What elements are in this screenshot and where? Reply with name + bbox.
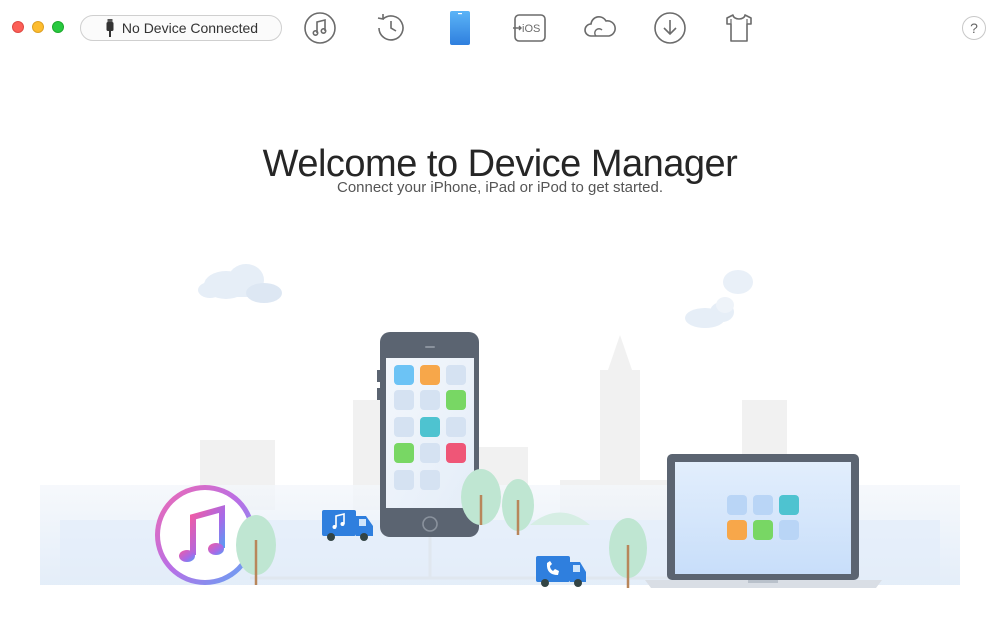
help-label: ? <box>970 20 978 36</box>
device-selector-label: No Device Connected <box>121 20 259 36</box>
toolbar-history-button[interactable] <box>373 10 409 46</box>
phone-icon <box>450 11 470 45</box>
toolbar-icloud-button[interactable] <box>582 10 618 46</box>
ios-transfer-icon: iOS <box>513 14 546 42</box>
music-note-icon <box>304 12 336 44</box>
cloud-icon <box>584 16 616 37</box>
device-selector[interactable]: No Device Connected <box>80 15 282 41</box>
svg-text:iOS: iOS <box>522 23 540 35</box>
cloud-right-decoration <box>685 270 753 328</box>
cable-icon <box>106 19 114 37</box>
laptop-illustration <box>645 454 882 588</box>
toolbar-download-button[interactable] <box>652 10 688 46</box>
toolbar-device-button[interactable] <box>442 10 478 46</box>
shirt-icon <box>726 14 752 42</box>
window-maximize-button[interactable] <box>52 21 64 33</box>
cloud-left-decoration <box>198 264 282 303</box>
window-minimize-button[interactable] <box>32 21 44 33</box>
download-icon <box>654 12 686 44</box>
page-subtitle: Connect your iPhone, iPad or iPod to get… <box>336 179 664 196</box>
title-bar: No Device Connected iOS ? <box>0 0 1000 58</box>
toolbar-music-button[interactable] <box>302 10 338 46</box>
window-close-button[interactable] <box>12 21 24 33</box>
help-button[interactable]: ? <box>962 16 986 40</box>
toolbar-ios-mover-button[interactable]: iOS <box>512 10 548 46</box>
toolbar-toolkit-button[interactable] <box>721 10 757 46</box>
history-clock-icon <box>377 14 404 41</box>
connect-illustration <box>40 264 960 588</box>
